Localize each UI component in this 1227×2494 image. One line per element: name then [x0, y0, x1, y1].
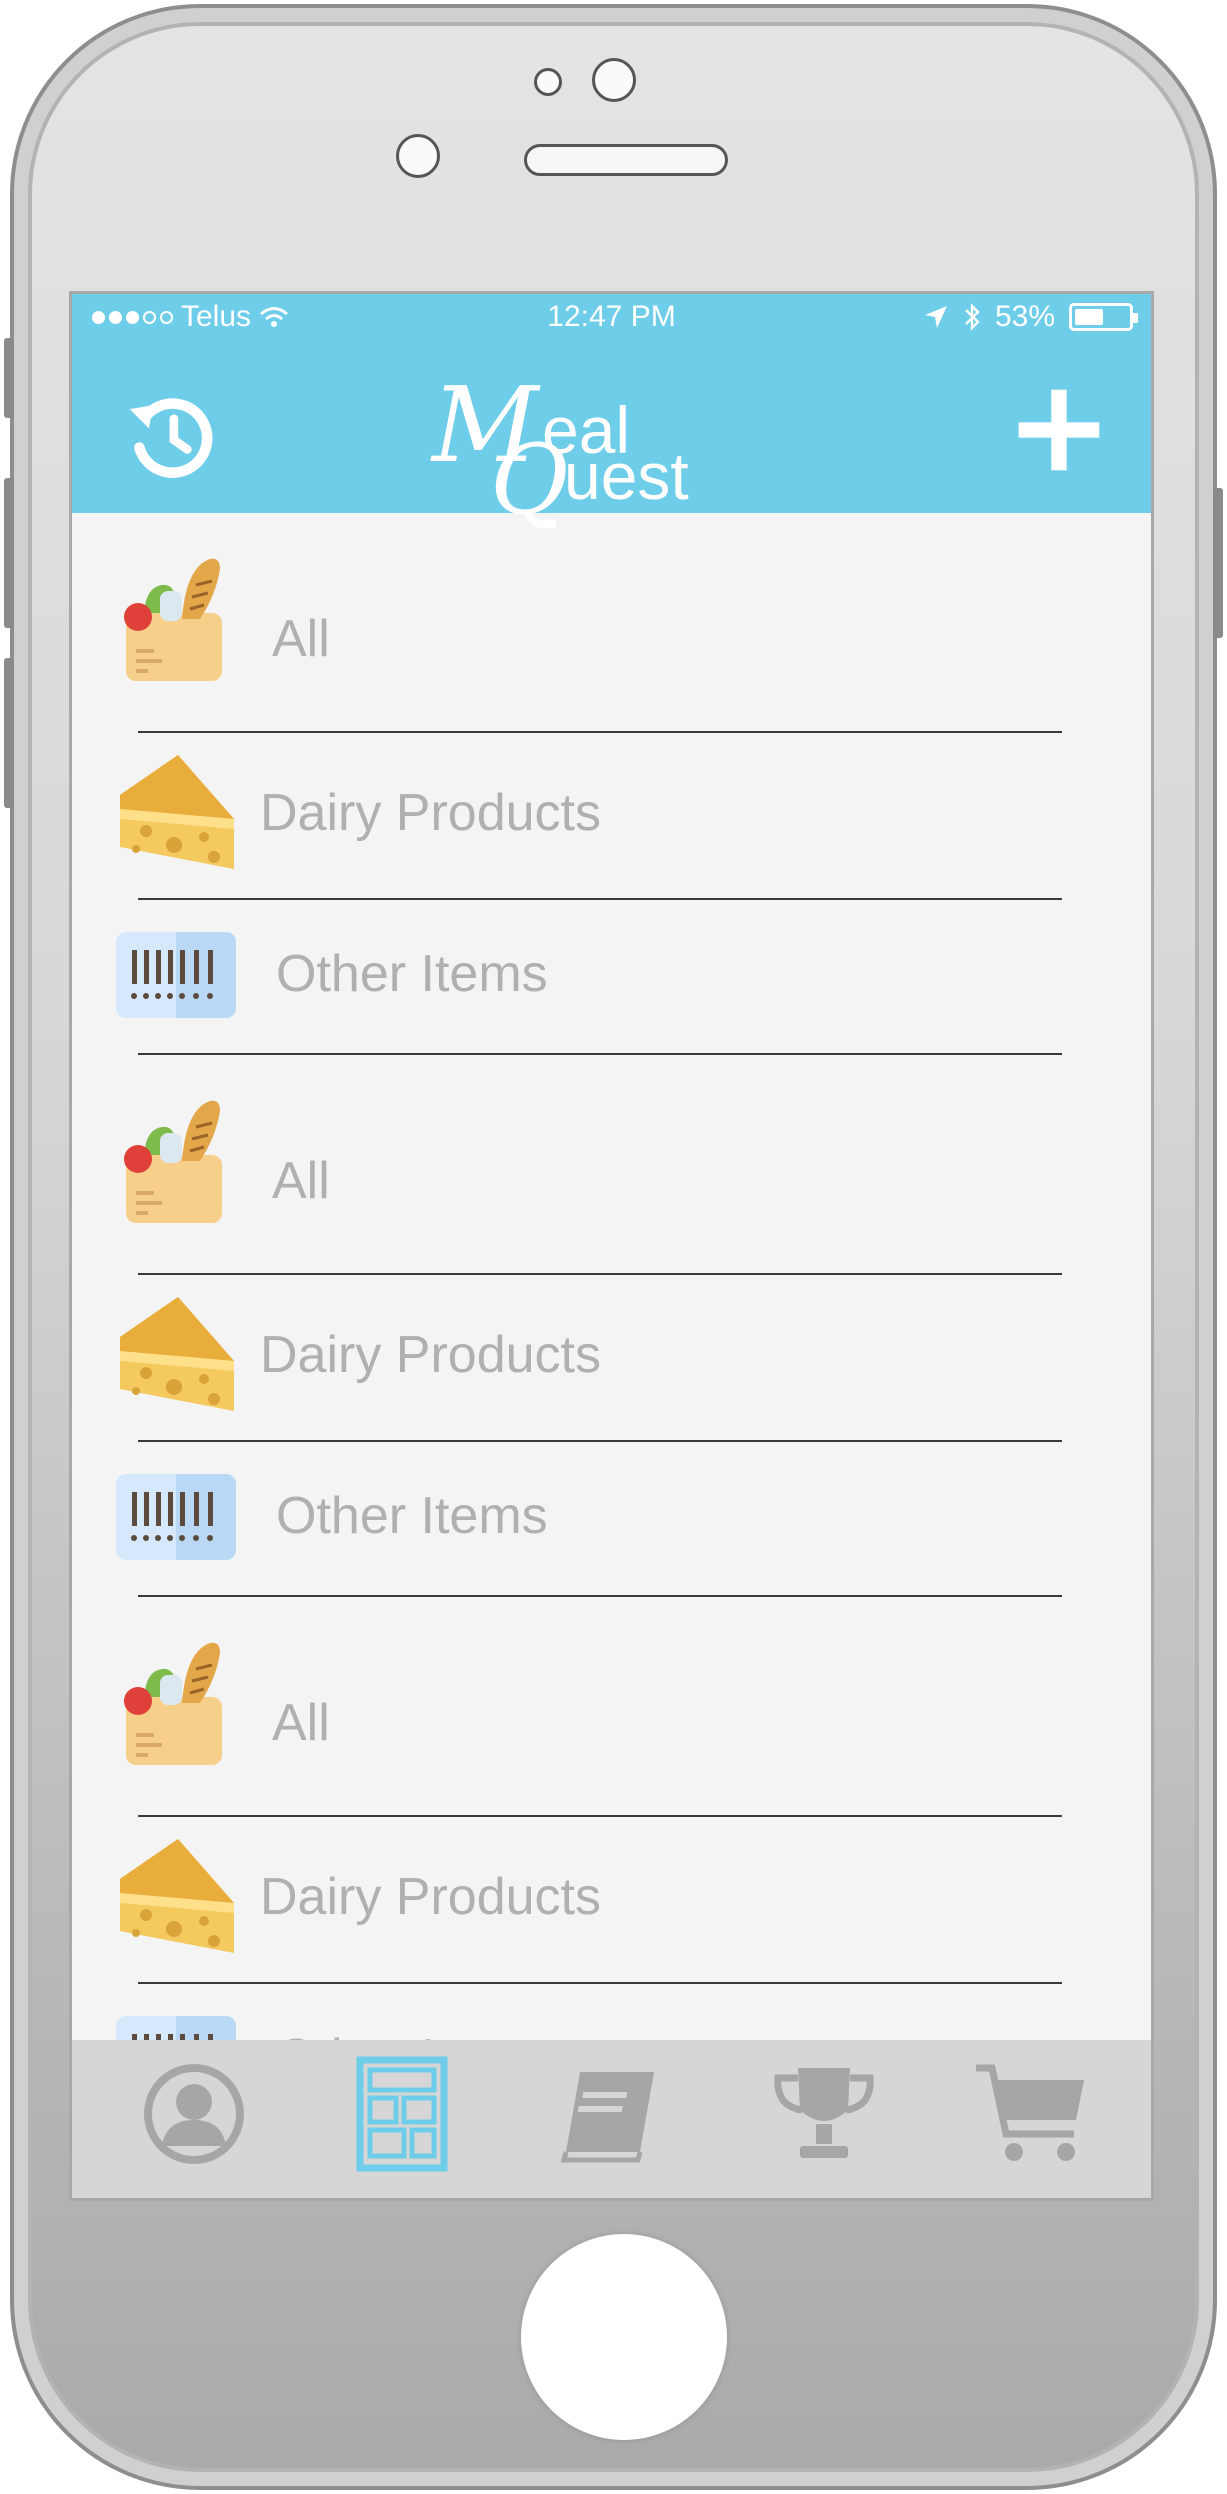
earpiece-speaker [524, 144, 728, 176]
barcode-icon [116, 908, 236, 1038]
cheese-icon [116, 1291, 236, 1421]
list-item-label: Dairy Products [260, 784, 601, 842]
home-button[interactable] [521, 2234, 727, 2440]
list-item-label: All [272, 1694, 330, 1752]
list-item[interactable]: Dairy Products [72, 1817, 1151, 1984]
list-item[interactable]: Other Items [72, 900, 1151, 1055]
list-item-label: Dairy Products [260, 1868, 601, 1926]
cheese-icon [116, 1833, 236, 1963]
list-item-label: All [272, 1152, 330, 1210]
power-button [1213, 488, 1223, 638]
barcode-icon [116, 1450, 236, 1580]
volume-up-button [4, 478, 14, 628]
list-item[interactable]: All [72, 1055, 1151, 1275]
status-bar: Telus 12:47 PM 53% [72, 294, 1151, 342]
profile-icon[interactable] [134, 2054, 254, 2174]
pantry-shelf-icon[interactable] [342, 2054, 462, 2174]
list-item-label: Other Items [276, 945, 548, 1003]
app-logo: M eal Q uest [432, 364, 689, 536]
list-item[interactable]: All [72, 1597, 1151, 1817]
trophy-icon[interactable] [764, 2054, 884, 2174]
volume-down-button [4, 658, 14, 808]
list-item-label: All [272, 610, 330, 668]
cheese-icon [116, 749, 236, 879]
history-icon[interactable] [124, 388, 220, 484]
list-item-label: Other Items [276, 1487, 548, 1545]
app-screen: Telus 12:47 PM 53% M eal Q uest All Dair… [69, 291, 1154, 2201]
grocery-bag-icon [116, 1097, 236, 1227]
app-header: Telus 12:47 PM 53% M eal Q uest [72, 294, 1151, 536]
list-item[interactable]: Dairy Products [72, 1275, 1151, 1442]
tab-bar [72, 2040, 1151, 2198]
list-item-label: Dairy Products [260, 1326, 601, 1384]
category-list: All Dairy Products Other Items All Dairy Pro… [72, 513, 1151, 2139]
ambient-sensor [396, 134, 440, 178]
cart-icon[interactable] [972, 2054, 1092, 2174]
front-camera [534, 68, 562, 96]
plus-icon[interactable] [1011, 382, 1107, 478]
mute-switch [4, 338, 14, 418]
grocery-bag-icon [116, 555, 236, 685]
battery-icon [1069, 303, 1138, 331]
proximity-sensor [592, 58, 636, 102]
list-item[interactable]: Dairy Products [72, 733, 1151, 900]
list-item[interactable]: Other Items [72, 1442, 1151, 1597]
location-arrow-icon [924, 306, 947, 328]
list-item[interactable]: All [72, 513, 1151, 733]
bluetooth-icon [965, 303, 980, 331]
grocery-bag-icon [116, 1639, 236, 1769]
book-icon[interactable] [550, 2054, 670, 2174]
battery-percent: 53% [994, 300, 1055, 333]
